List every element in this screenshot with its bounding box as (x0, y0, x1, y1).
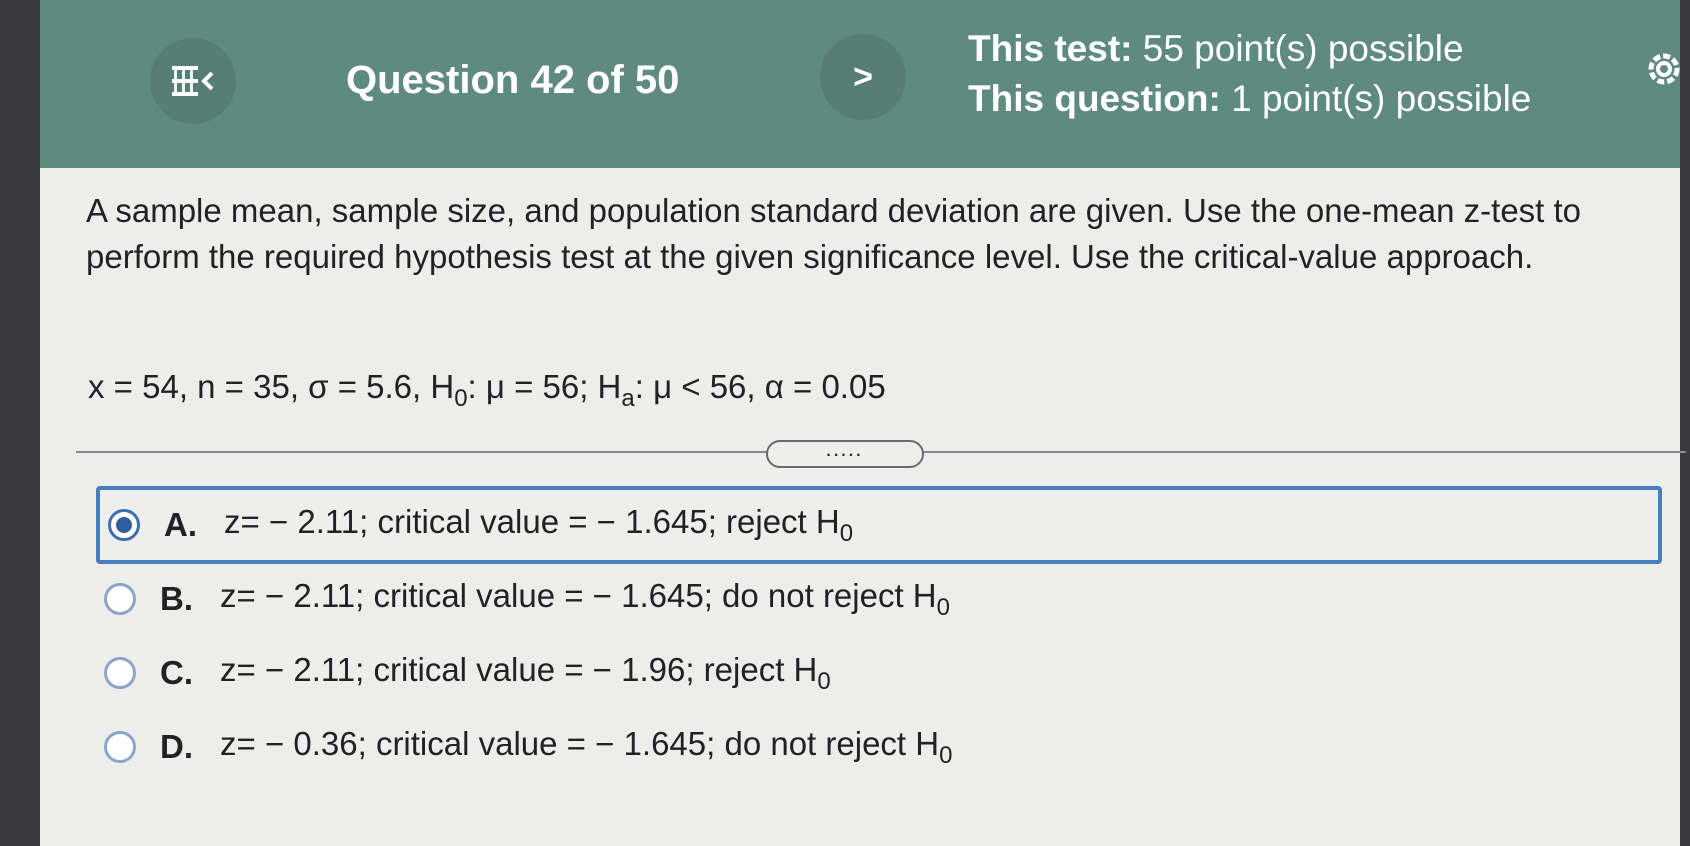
menu-collapse-icon (172, 66, 214, 96)
gear-icon[interactable] (1640, 44, 1680, 94)
radio-selected-icon[interactable] (108, 509, 140, 541)
option-d[interactable]: D. z= − 0.36; critical value = − 1.645; … (96, 708, 1662, 786)
option-b[interactable]: B. z= − 2.11; critical value = − 1.645; … (96, 560, 1662, 638)
chevron-right-icon: > (853, 57, 873, 96)
given-values: x = 54, n = 35, σ = 5.6, H0: μ = 56; Ha:… (88, 368, 886, 412)
question-menu-button[interactable] (150, 38, 236, 124)
radio-icon[interactable] (104, 731, 136, 763)
expand-divider-button[interactable]: ..... (766, 440, 924, 468)
option-c[interactable]: C. z= − 2.11; critical value = − 1.96; r… (96, 634, 1662, 712)
test-points: This test: 55 point(s) possible (968, 28, 1464, 69)
question-header: Question 42 of 50 > This test: 55 point(… (40, 0, 1680, 168)
option-text: z= − 2.11; critical value = − 1.645; rej… (224, 502, 854, 547)
option-text: z= − 0.36; critical value = − 1.645; do … (220, 724, 953, 769)
question-counter: Question 42 of 50 (346, 58, 680, 102)
option-letter: B. (160, 580, 193, 617)
screen: Question 42 of 50 > This test: 55 point(… (40, 0, 1686, 846)
question-points: This question: 1 point(s) possible (968, 78, 1532, 119)
option-letter: D. (160, 728, 193, 765)
option-letter: A. (164, 506, 197, 543)
option-a[interactable]: A. z= − 2.11; critical value = − 1.645; … (96, 486, 1662, 564)
radio-icon[interactable] (104, 583, 136, 615)
next-question-button[interactable]: > (820, 34, 906, 120)
option-text: z= − 2.11; critical value = − 1.645; do … (220, 576, 950, 621)
question-body: A sample mean, sample size, and populati… (40, 168, 1686, 846)
radio-icon[interactable] (104, 657, 136, 689)
question-prompt: A sample mean, sample size, and populati… (86, 192, 1582, 275)
option-letter: C. (160, 654, 193, 691)
option-text: z= − 2.11; critical value = − 1.96; reje… (220, 650, 831, 695)
points-info: This test: 55 point(s) possible This que… (968, 24, 1531, 124)
